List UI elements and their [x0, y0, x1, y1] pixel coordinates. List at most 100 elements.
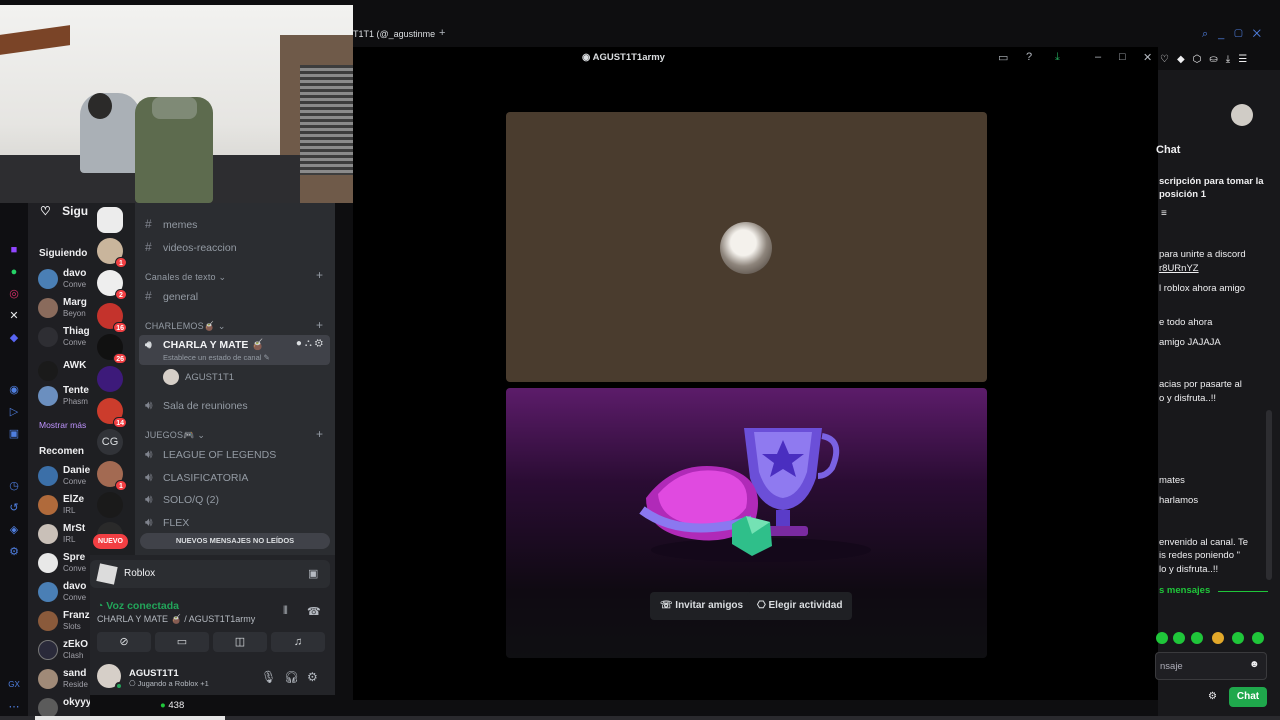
channel-clasificatoria[interactable]: 🔊︎ CLASIFICATORIA	[145, 470, 248, 485]
add-channel-icon[interactable]: +	[316, 427, 323, 441]
box-icon[interactable]: ◈	[7, 523, 21, 537]
server-icon[interactable]	[97, 492, 123, 518]
window-minimize-icon[interactable]: –	[1095, 51, 1101, 63]
folder-icon[interactable]: ▣	[7, 427, 21, 441]
download-icon[interactable]: ⤓	[1055, 51, 1060, 64]
chat-settings-icon[interactable]: ⚙	[1208, 691, 1217, 702]
play-icon[interactable]: ▷	[7, 405, 21, 419]
browser-tab[interactable]: T1T1 (@_agustinme	[353, 29, 435, 39]
channel-lol[interactable]: 🔊︎ LEAGUE OF LEGENDS	[145, 447, 276, 462]
add-channel-icon[interactable]: +	[316, 318, 323, 332]
server-icon[interactable]	[97, 366, 123, 392]
emote-icon[interactable]	[1191, 632, 1203, 644]
channel-videos-reaccion[interactable]: # videos-reaccion	[145, 240, 237, 254]
chat-send-button[interactable]: Chat	[1229, 687, 1267, 707]
extension-icon[interactable]: ◆	[1177, 54, 1193, 65]
recommended-item[interactable]: MrSt IRL	[38, 521, 90, 547]
emote-icon[interactable]	[1173, 632, 1185, 644]
camera-off-button[interactable]: ⊘	[97, 632, 151, 652]
history-icon[interactable]: ↺	[7, 501, 21, 515]
disconnect-icon[interactable]: ☎	[307, 605, 321, 618]
headphones-icon[interactable]: 🎧︎	[284, 670, 299, 684]
new-unread-messages-banner[interactable]: NUEVOS MENSAJES NO LEÍDOS	[140, 533, 330, 549]
more-icon[interactable]: ⋯	[7, 700, 21, 714]
active-voice-channel[interactable]: 🔊︎ CHARLA Y MATE 🧉 Establece un estado de…	[139, 335, 330, 365]
chat-bubble-icon[interactable]: ●	[296, 338, 305, 349]
user-settings-icon[interactable]: ⚙	[307, 670, 318, 684]
server-icon-cg[interactable]: CG	[97, 429, 123, 455]
channel-memes[interactable]: # memes	[145, 217, 197, 231]
new-messages-divider[interactable]: s mensajes	[1159, 585, 1210, 596]
channel-flex[interactable]: 🔊︎ FLEX	[145, 515, 189, 530]
follow-item[interactable]: Marg Beyon	[38, 295, 90, 321]
minimize-icon[interactable]: _	[1218, 28, 1234, 40]
invite-friends-button[interactable]: ☏ Invitar amigos	[650, 592, 754, 620]
menu-icon[interactable]: ☰	[1238, 54, 1255, 65]
download-icon[interactable]: ⤓	[1226, 54, 1238, 65]
server-icon[interactable]: 1	[97, 461, 127, 491]
account-icon[interactable]: ⛀	[1209, 54, 1225, 65]
add-channel-icon[interactable]: +	[316, 268, 323, 282]
follow-item[interactable]: Tente Phasm	[38, 383, 90, 409]
microphone-icon[interactable]: 🎙︎	[261, 670, 276, 684]
twitch-icon[interactable]: ■	[7, 243, 21, 257]
server-icon[interactable]	[97, 207, 123, 233]
recommended-item[interactable]: sand Reside	[38, 666, 90, 692]
avatar[interactable]	[1231, 104, 1253, 126]
server-icon[interactable]: 2	[97, 270, 127, 300]
voice-location[interactable]: CHARLA Y MATE 🧉 / AGUST1T1army	[97, 614, 255, 625]
voice-member[interactable]: AGUST1T1	[185, 372, 234, 383]
heart-icon[interactable]: ♡	[1160, 54, 1177, 65]
window-close-icon[interactable]: ✕	[1143, 51, 1152, 64]
chat-scrollbar[interactable]	[1266, 410, 1272, 580]
screen-share-button[interactable]: ▭	[155, 632, 209, 652]
chat-input[interactable]: nsaje ☻	[1155, 652, 1267, 680]
follow-item[interactable]: Thiag Conve	[38, 324, 90, 350]
channel-sala-reuniones[interactable]: 🔊︎ Sala de reuniones	[145, 398, 248, 413]
soundboard-button[interactable]: ♫	[271, 632, 325, 652]
emote-picker-icon[interactable]: ☻	[1249, 659, 1260, 670]
recommended-item[interactable]: davo Conve	[38, 579, 90, 605]
follow-item[interactable]: AWK	[38, 358, 90, 384]
new-tab-icon[interactable]: +	[439, 27, 445, 39]
gx-icon[interactable]: GX	[7, 678, 21, 692]
circle-play-icon[interactable]: ◉	[7, 383, 21, 397]
maximize-icon[interactable]: ▢	[1234, 28, 1252, 40]
emote-icon[interactable]	[1252, 632, 1264, 644]
category-juegos[interactable]: JUEGOS🎮 ⌄	[145, 430, 205, 441]
screen-share-icon[interactable]: ▣	[308, 567, 318, 580]
help-icon[interactable]: ?	[1026, 51, 1032, 63]
recommended-item[interactable]: Franz Slots	[38, 608, 90, 634]
clock-icon[interactable]: ◷	[7, 479, 21, 493]
show-more-link[interactable]: Mostrar más	[39, 420, 86, 430]
discord-icon[interactable]: ◆	[7, 331, 21, 345]
channel-soloq[interactable]: 🔊︎ SOLO/Q (2)	[145, 492, 219, 507]
recommended-item[interactable]: ElZe IRL	[38, 492, 90, 518]
channel-general[interactable]: # general	[145, 289, 198, 303]
channel-status-prompt[interactable]: Establece un estado de canal ✎	[163, 353, 270, 362]
search-icon[interactable]: ⌕	[1202, 28, 1218, 40]
participant-tile[interactable]	[506, 112, 987, 382]
category-text-channels[interactable]: Canales de texto ⌄	[145, 272, 226, 283]
server-icon[interactable]: 1	[97, 238, 127, 268]
noise-suppression-icon[interactable]: ⦀	[283, 605, 288, 618]
activity-row[interactable]: Roblox ▣	[90, 560, 330, 588]
follow-item[interactable]: davo Conve	[38, 266, 90, 292]
category-charlemos[interactable]: CHARLEMOS🧉 ⌄	[145, 321, 226, 332]
recommended-item[interactable]: zEkO Clash	[38, 637, 90, 663]
settings-icon[interactable]: ⚙	[7, 545, 21, 559]
emote-icon[interactable]	[1156, 632, 1168, 644]
close-icon[interactable]: ✕	[1253, 28, 1271, 40]
inbox-icon[interactable]: ▭	[998, 51, 1008, 64]
window-maximize-icon[interactable]: □	[1119, 51, 1126, 63]
x-icon[interactable]: ✕	[7, 309, 21, 323]
nuevo-badge[interactable]: NUEVO	[93, 534, 128, 549]
server-icon[interactable]: 14	[97, 398, 127, 428]
activity-button[interactable]: ◫	[213, 632, 267, 652]
server-icon[interactable]: 26	[97, 334, 127, 364]
whatsapp-icon[interactable]: ●	[7, 265, 21, 279]
puzzle-icon[interactable]: ⬡	[1193, 54, 1210, 65]
server-icon[interactable]: 16	[97, 303, 127, 333]
recommended-item[interactable]: Danie Conve	[38, 463, 90, 489]
chat-link[interactable]: r8URnYZ	[1159, 263, 1199, 274]
